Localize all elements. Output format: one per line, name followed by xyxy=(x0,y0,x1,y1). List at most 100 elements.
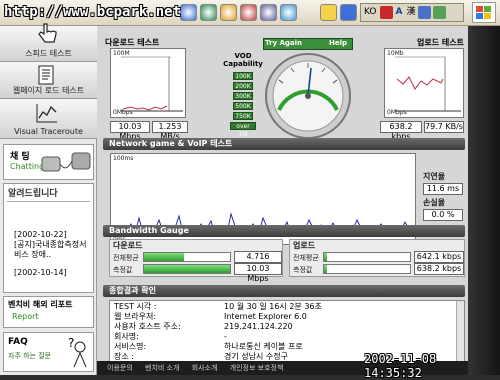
bandwidth-download-cur-label: 측정값 xyxy=(113,266,133,274)
download-mbs: 1.253 MB/s xyxy=(152,121,188,141)
edit-icon[interactable] xyxy=(280,4,297,21)
bandwidth-download-cur-fill xyxy=(144,265,230,273)
upload-graph-plot xyxy=(395,56,461,112)
summary-row: 회사명: - xyxy=(114,332,460,342)
graph-icon xyxy=(36,104,57,123)
sidebar: 스피드 테스트 웹페이지 로드 테스트 Visual Traceroute 채 … xyxy=(0,23,97,375)
nav-speed-test[interactable]: 스피드 테스트 xyxy=(0,23,97,62)
vod-level-over-1m: over 1M xyxy=(230,122,256,138)
hanja-icon[interactable]: 漢 xyxy=(405,5,416,20)
bandwidth-download-cur-bar xyxy=(143,264,231,274)
favorites-icon[interactable] xyxy=(220,4,237,21)
hand-pointer-icon xyxy=(38,23,57,43)
summary-value: - xyxy=(224,332,227,341)
summary-key: 서비스명: xyxy=(114,342,147,351)
ime-mode-icon[interactable]: A xyxy=(395,5,404,20)
bandwidth-header: Bandwidth Gauge xyxy=(103,225,465,237)
summary-row: 웹 브라우저: Internet Explorer 6.0 xyxy=(114,312,460,322)
faq-banner[interactable]: FAQ 자주 하는 질문 ? xyxy=(3,332,94,372)
footer-link-about[interactable]: 벤치비 소개 xyxy=(145,364,179,372)
nav-webpage-load-test-label: 웹페이지 로드 테스트 xyxy=(12,86,85,95)
page-right-edge xyxy=(468,26,500,375)
footer-link-privacy[interactable]: 개인정보 보호정책 xyxy=(230,364,284,372)
summary-key: 회사명: xyxy=(114,332,139,341)
faq-title: FAQ xyxy=(8,337,28,347)
summary-value: 10 월 30 일 16시 2분 36초 xyxy=(224,302,322,311)
summary-value: 219.241.124.220 xyxy=(224,322,293,331)
svg-text:?: ? xyxy=(68,336,74,350)
summary-key: 웹 브라우저: xyxy=(114,312,157,321)
network-test-header: Network game & VoIP 테스트 xyxy=(103,138,465,150)
summary-header: 종합결과 확인 xyxy=(103,285,465,297)
bandwidth-upload-title: 업로드 xyxy=(293,241,316,250)
upload-kbps: 638.2 kbps xyxy=(380,121,422,141)
bandwidth-upload-cur-value: 638.2 kbps xyxy=(414,263,464,275)
download-mbps: 10.03 Mbps xyxy=(110,121,150,141)
screenshot-timestamp: 2002-11-08 14:35:32 xyxy=(364,352,437,380)
chatting-title: 채 팅 xyxy=(10,152,30,162)
language-indicator[interactable]: KO xyxy=(363,5,378,20)
vod-level-500k: 500K xyxy=(233,102,253,110)
notice-title: 알려드립니다 xyxy=(8,189,58,199)
latency-label: 지연율 xyxy=(423,172,446,181)
nav-webpage-load-test[interactable]: 웹페이지 로드 테스트 xyxy=(0,62,97,99)
notice-link-1[interactable]: [공지]국내종합측정서비스 장애.. xyxy=(14,240,89,260)
upload-graph: 10Mb 0Mbps xyxy=(384,48,464,118)
nav-visual-traceroute-label: Visual Traceroute xyxy=(14,127,83,136)
summary-row: 서비스명: 하나로통신 케이블 프로 xyxy=(114,342,460,352)
home-icon[interactable] xyxy=(200,4,217,21)
notice-date-2[interactable]: [2002-10-14] xyxy=(14,268,89,278)
mail-icon[interactable] xyxy=(240,4,257,21)
bandwidth-download-cur-value: 10.03 Mbps xyxy=(234,263,282,283)
packet-loss-label: 손실율 xyxy=(423,198,446,207)
messenger-icon[interactable] xyxy=(340,4,357,21)
ime-icon[interactable] xyxy=(379,6,393,19)
packet-loss-value: 0.0 % xyxy=(423,209,463,221)
bandwidth-download-avg-bar xyxy=(143,252,231,262)
vod-title: VOD Capability xyxy=(223,52,263,68)
bandwidth-upload-cur-bar xyxy=(323,264,411,274)
bandwidth-upload-cur-label: 측정값 xyxy=(293,266,313,274)
bandwidth-download-avg-value: 4.716 Mbps xyxy=(234,251,282,271)
try-again-button[interactable]: Try Again xyxy=(265,39,302,47)
summary-row: 사용자 호스트 주소: 219.241.124.220 xyxy=(114,322,460,332)
bandwidth-upload-avg-fill xyxy=(324,253,328,261)
bandwidth-download-title: 다운로드 xyxy=(113,241,143,250)
report-subtitle: Report xyxy=(12,312,39,321)
download-test-title: 다운로드 테스트 xyxy=(105,38,160,47)
help-button[interactable]: Help xyxy=(329,39,347,47)
bandwidth-download-avg-fill xyxy=(144,253,185,261)
report-title: 벤치비 해외 리포트 xyxy=(8,300,73,309)
download-graph: 100M 0Mbps xyxy=(110,48,186,118)
folder-icon[interactable] xyxy=(320,4,337,21)
browser-toolbar: KO A 漢 http://www.bcpark.net xyxy=(0,0,500,26)
bandwidth-download-avg-label: 전체평균 xyxy=(113,254,139,262)
summary-key: 사용자 호스트 주소: xyxy=(114,322,181,331)
refresh-icon[interactable] xyxy=(180,4,197,21)
footer-link-company[interactable]: 회사소개 xyxy=(192,364,218,372)
speed-gauge-dial xyxy=(265,53,351,139)
watermark-url: http://www.bcpark.net xyxy=(4,4,182,20)
bandwidth-upload-cur-fill xyxy=(324,265,328,273)
help-icon[interactable] xyxy=(433,6,447,19)
summary-key: TEST 시각 : xyxy=(114,302,157,311)
vod-level-300k: 300K xyxy=(233,92,253,100)
report-banner[interactable]: 벤치비 해외 리포트 Report xyxy=(3,296,94,328)
chat-cans-icon xyxy=(41,152,91,172)
vod-level-100k: 100K xyxy=(233,72,253,80)
notice-date-1[interactable]: [2002-10-22] xyxy=(14,230,89,240)
chatting-banner[interactable]: 채 팅 Chatting xyxy=(3,144,94,180)
vod-level-750k: 750K xyxy=(233,112,253,120)
bandwidth-upload-avg-bar xyxy=(323,252,411,262)
main-panel: 다운로드 테스트 100M 0Mbps 10.03 Mbps 1.253 MB/… xyxy=(97,26,468,375)
footer-link-contact[interactable]: 이용문의 xyxy=(107,364,133,372)
summary-row: TEST 시각 : 10 월 30 일 16시 2분 36초 xyxy=(114,302,460,312)
language-bar[interactable]: KO A 漢 xyxy=(360,3,464,22)
nav-speed-test-label: 스피드 테스트 xyxy=(25,49,72,58)
print-icon[interactable] xyxy=(260,4,277,21)
faq-subtitle: 자주 하는 질문 xyxy=(8,352,52,360)
upload-kbs: 79.7 KB/s xyxy=(424,121,464,133)
download-graph-plot xyxy=(121,56,183,112)
settings-icon[interactable] xyxy=(418,6,432,19)
nav-visual-traceroute[interactable]: Visual Traceroute xyxy=(0,99,97,139)
